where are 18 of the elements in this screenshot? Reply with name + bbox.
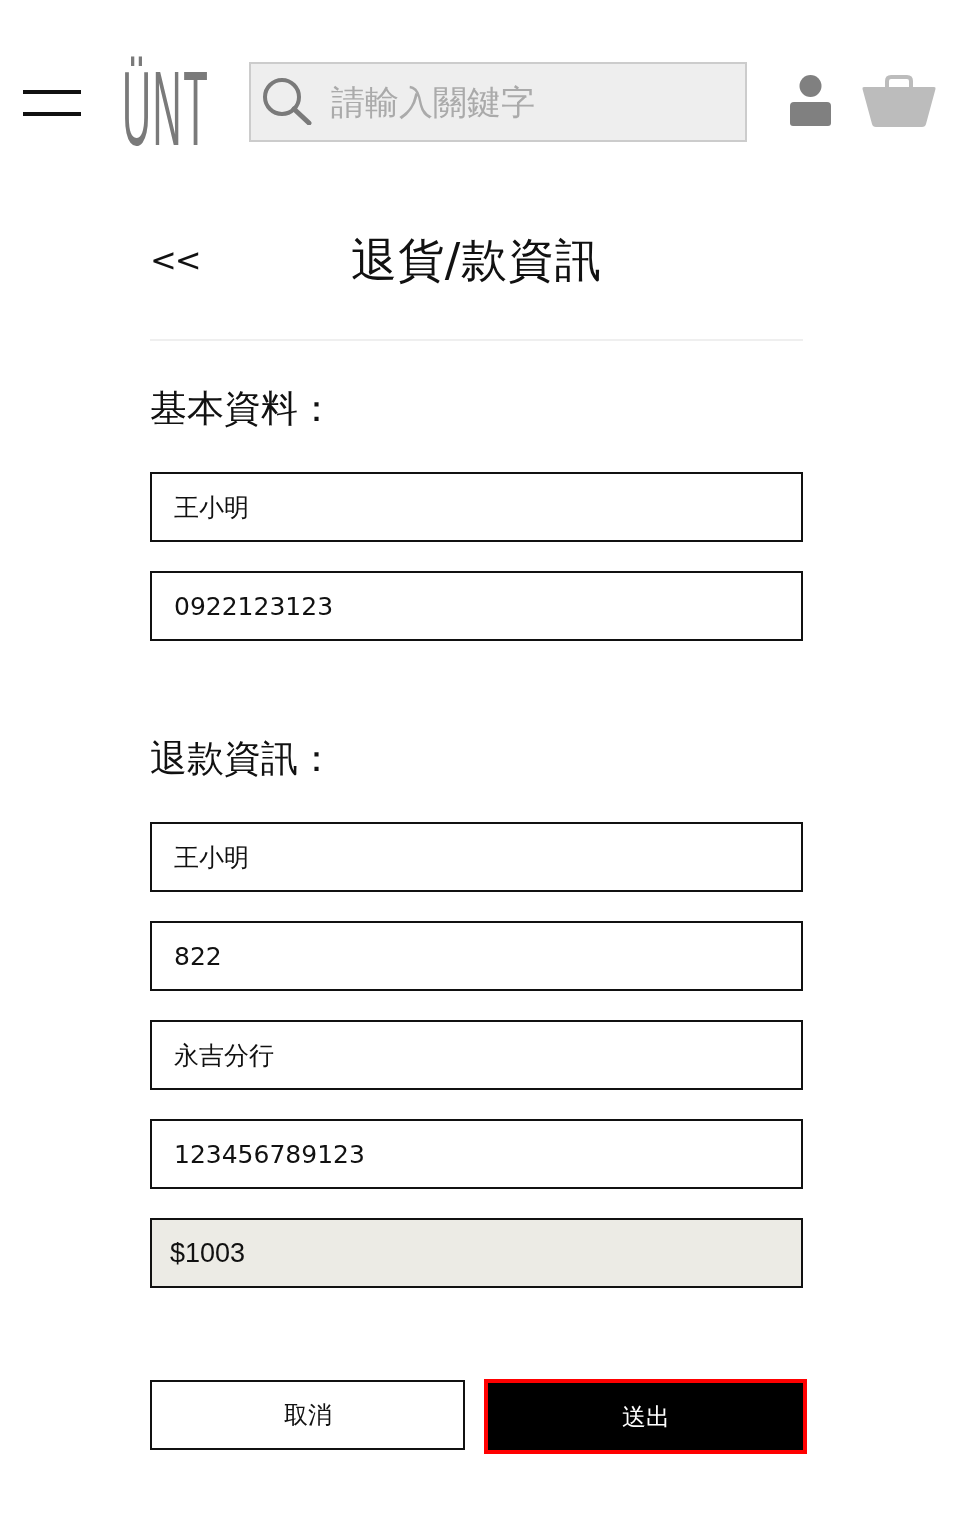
input-field[interactable]: 123456789123 xyxy=(150,1119,803,1189)
input-field[interactable]: 王小明 xyxy=(150,822,803,892)
user-icon[interactable] xyxy=(790,75,831,126)
input-field[interactable]: 822 xyxy=(150,921,803,991)
input-field[interactable]: 永吉分行 xyxy=(150,1020,803,1090)
submit-button[interactable]: 送出 xyxy=(484,1379,807,1454)
input-field[interactable]: 王小明 xyxy=(150,472,803,542)
page-title: 退貨/款資訊 xyxy=(350,232,603,288)
back-link[interactable]: << xyxy=(150,240,200,280)
section-heading: 退款資訊： xyxy=(150,739,336,779)
section-heading: 基本資料： xyxy=(150,389,336,429)
menu-icon[interactable] xyxy=(23,90,81,116)
search-field[interactable]: 請輸入關鍵字 xyxy=(249,62,747,142)
search-icon[interactable] xyxy=(262,77,312,125)
input-field: $1003 xyxy=(150,1218,803,1288)
logo[interactable]: ÜNT xyxy=(122,43,210,153)
input-field[interactable]: 0922123123 xyxy=(150,571,803,641)
cancel-button[interactable]: 取消 xyxy=(150,1380,465,1450)
